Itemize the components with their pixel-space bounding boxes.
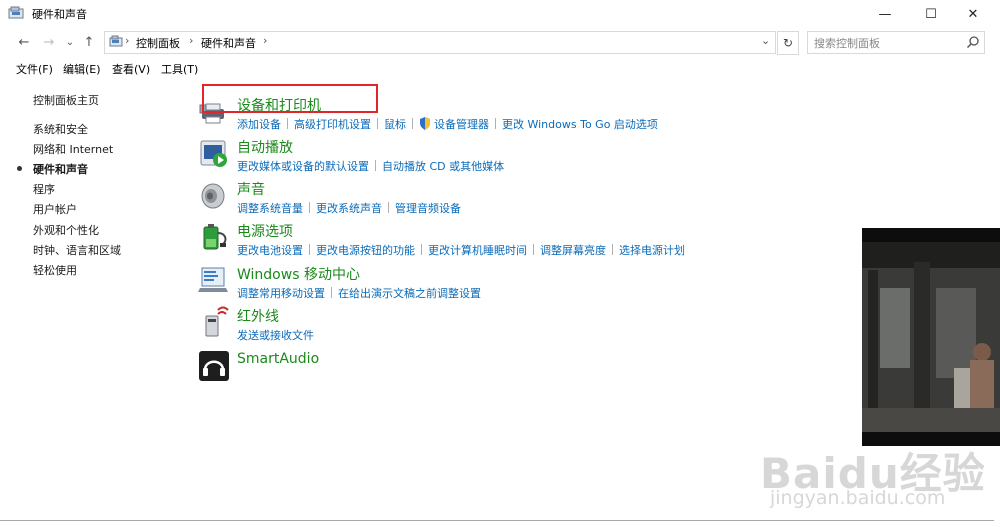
link-power-button-function[interactable]: 更改电源按钮的功能 (316, 244, 415, 257)
link-divider (533, 244, 534, 255)
autoplay-icon (200, 140, 227, 167)
nav-item-hardware-sound[interactable]: 硬件和声音 (33, 161, 88, 177)
address-dropdown-button[interactable]: ⌄ (761, 34, 770, 47)
link-add-device[interactable]: 添加设备 (237, 118, 281, 131)
nav-item-appearance[interactable]: 外观和个性化 (33, 222, 99, 238)
minimize-button[interactable]: — (862, 0, 908, 28)
category-title[interactable]: 电源选项 (237, 221, 293, 241)
link-divider (331, 287, 332, 298)
link-mouse[interactable]: 鼠标 (384, 118, 406, 131)
link-adjust-volume[interactable]: 调整系统音量 (237, 202, 303, 215)
link-choose-power-plan[interactable]: 选择电源计划 (619, 244, 685, 257)
link-advanced-printer-setup[interactable]: 高级打印机设置 (294, 118, 371, 131)
back-button[interactable]: ← (15, 32, 33, 52)
menu-tools[interactable]: 工具(T) (161, 61, 198, 77)
nav-item-user-accounts[interactable]: 用户帐户 (33, 201, 77, 217)
battery-power-icon (203, 224, 227, 250)
baidu-watermark-url: jingyan.baidu.com (770, 487, 946, 509)
control-panel-icon (109, 35, 123, 47)
nav-item-network-internet[interactable]: 网络和 Internet (33, 141, 113, 157)
category-title[interactable]: 红外线 (237, 306, 279, 326)
nav-item-clock-language-region[interactable]: 时钟、语言和区域 (33, 242, 121, 258)
category-title[interactable]: SmartAudio (237, 351, 319, 367)
link-divider (309, 244, 310, 255)
address-bar[interactable]: › 控制面板 › 硬件和声音 › ⌄ (104, 31, 776, 54)
recent-locations-button[interactable]: ⌄ (61, 32, 79, 52)
link-divider (309, 202, 310, 213)
mobility-center-icon (198, 267, 228, 292)
link-sleep-time[interactable]: 更改计算机睡眠时间 (428, 244, 527, 257)
link-divider (377, 118, 378, 129)
link-screen-brightness[interactable]: 调整屏幕亮度 (540, 244, 606, 257)
category-links: 调整系统音量 更改系统声音 管理音频设备 (237, 200, 461, 216)
speaker-icon (201, 183, 225, 209)
close-button[interactable]: ✕ (950, 0, 996, 28)
breadcrumb-separator: › (189, 34, 194, 47)
nav-control-panel-home[interactable]: 控制面板主页 (33, 92, 99, 108)
video-thumbnail[interactable] (862, 228, 1000, 446)
headphones-icon (199, 351, 229, 381)
category-links: 更改电池设置 更改电源按钮的功能 更改计算机睡眠时间 调整屏幕亮度 选择电源计划 (237, 242, 685, 258)
link-windows-to-go[interactable]: 更改 Windows To Go 启动选项 (502, 118, 658, 131)
infrared-icon (205, 306, 229, 337)
link-send-receive-files[interactable]: 发送或接收文件 (237, 329, 314, 342)
breadcrumb-separator: › (263, 34, 268, 47)
forward-button[interactable]: → (40, 32, 58, 52)
link-change-battery-settings[interactable]: 更改电池设置 (237, 244, 303, 257)
link-divider (495, 118, 496, 129)
link-change-media-defaults[interactable]: 更改媒体或设备的默认设置 (237, 160, 369, 173)
link-manage-audio-devices[interactable]: 管理音频设备 (395, 202, 461, 215)
title-bar: 硬件和声音 — ☐ ✕ (0, 0, 994, 28)
refresh-button[interactable]: ↻ (777, 31, 799, 55)
category-links: 添加设备 高级打印机设置 鼠标 设备管理器 更改 Windows To Go 启动选项 (237, 116, 658, 132)
menu-file[interactable]: 文件(F) (16, 61, 53, 77)
menu-view[interactable]: 查看(V) (112, 61, 150, 77)
up-button[interactable]: ↑ (80, 32, 98, 52)
breadcrumb-separator: › (125, 34, 130, 47)
category-title[interactable]: 自动播放 (237, 137, 293, 157)
link-autoplay-cd[interactable]: 自动播放 CD 或其他媒体 (382, 160, 504, 173)
link-divider (375, 160, 376, 171)
current-item-bullet (17, 166, 22, 171)
menu-bar: 文件(F) 编辑(E) 查看(V) 工具(T) (0, 58, 994, 78)
video-frame-image (862, 228, 1000, 446)
link-mobility-settings[interactable]: 调整常用移动设置 (237, 287, 325, 300)
link-change-system-sounds[interactable]: 更改系统声音 (316, 202, 382, 215)
menu-edit[interactable]: 编辑(E) (63, 61, 101, 77)
uac-shield-icon (420, 117, 430, 130)
maximize-button[interactable]: ☐ (908, 0, 954, 28)
search-icon[interactable] (966, 35, 980, 49)
category-title[interactable]: 声音 (237, 179, 265, 199)
link-divider (388, 202, 389, 213)
category-links: 发送或接收文件 (237, 327, 314, 343)
search-input[interactable]: 搜索控制面板 (807, 31, 985, 54)
highlight-box (202, 84, 378, 113)
link-divider (412, 118, 413, 129)
search-placeholder: 搜索控制面板 (814, 37, 880, 50)
link-divider (287, 118, 288, 129)
category-links: 更改媒体或设备的默认设置 自动播放 CD 或其他媒体 (237, 158, 504, 174)
nav-item-programs[interactable]: 程序 (33, 181, 55, 197)
link-presentation-settings[interactable]: 在给出演示文稿之前调整设置 (338, 287, 481, 300)
nav-item-ease-of-access[interactable]: 轻松使用 (33, 262, 77, 278)
breadcrumb-hardware-sound[interactable]: 硬件和声音 (201, 35, 256, 51)
breadcrumb-control-panel[interactable]: 控制面板 (136, 35, 180, 51)
link-divider (612, 244, 613, 255)
nav-item-system-security[interactable]: 系统和安全 (33, 121, 88, 137)
window-title: 硬件和声音 (32, 8, 87, 21)
category-links: 调整常用移动设置 在给出演示文稿之前调整设置 (237, 285, 481, 301)
category-title[interactable]: Windows 移动中心 (237, 264, 360, 284)
link-device-manager[interactable]: 设备管理器 (434, 118, 489, 131)
link-divider (421, 244, 422, 255)
control-panel-icon (8, 6, 24, 19)
